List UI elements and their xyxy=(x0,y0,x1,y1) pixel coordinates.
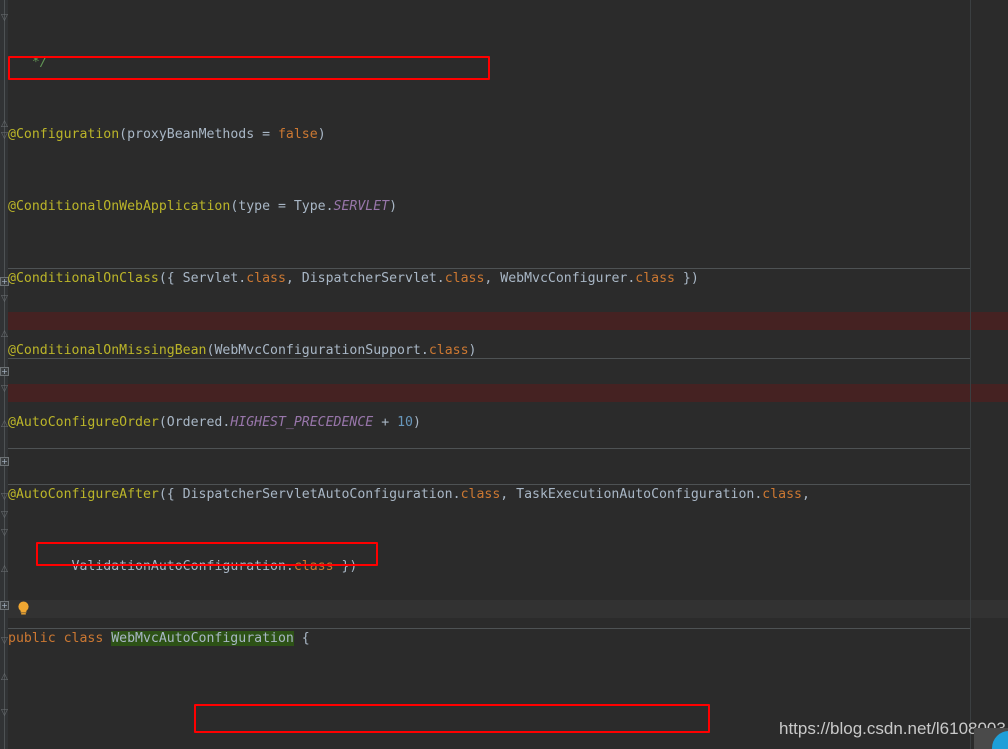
code-line[interactable]: ValidationAutoConfiguration.class }) xyxy=(8,558,1008,576)
code-line-highlighted[interactable]: @ConditionalOnMissingBean(WebMvcConfigur… xyxy=(8,342,1008,360)
code-content[interactable]: */ @Configuration(proxyBeanMethods = fal… xyxy=(8,0,1008,749)
code-line[interactable]: @Configuration(proxyBeanMethods = false) xyxy=(8,126,1008,144)
code-line[interactable]: @AutoConfigureAfter({ DispatcherServletA… xyxy=(8,486,1008,504)
code-line[interactable]: @ConditionalOnWebApplication(type = Type… xyxy=(8,198,1008,216)
watermark-url: https://blog.csdn.net/l6108003 xyxy=(779,719,1006,739)
code-editor[interactable]: ▽ △ ▽ + ▽ △ + ▽ △ + ▽ ▽ ▽ △ + ▽ △ ▽ */ @… xyxy=(0,0,1008,749)
code-line[interactable]: */ xyxy=(8,54,1008,72)
code-line[interactable]: public class WebMvcAutoConfiguration { xyxy=(8,630,1008,648)
code-line[interactable] xyxy=(8,702,1008,720)
code-line[interactable]: @AutoConfigureOrder(Ordered.HIGHEST_PREC… xyxy=(8,414,1008,432)
code-line[interactable]: @ConditionalOnClass({ Servlet.class, Dis… xyxy=(8,270,1008,288)
